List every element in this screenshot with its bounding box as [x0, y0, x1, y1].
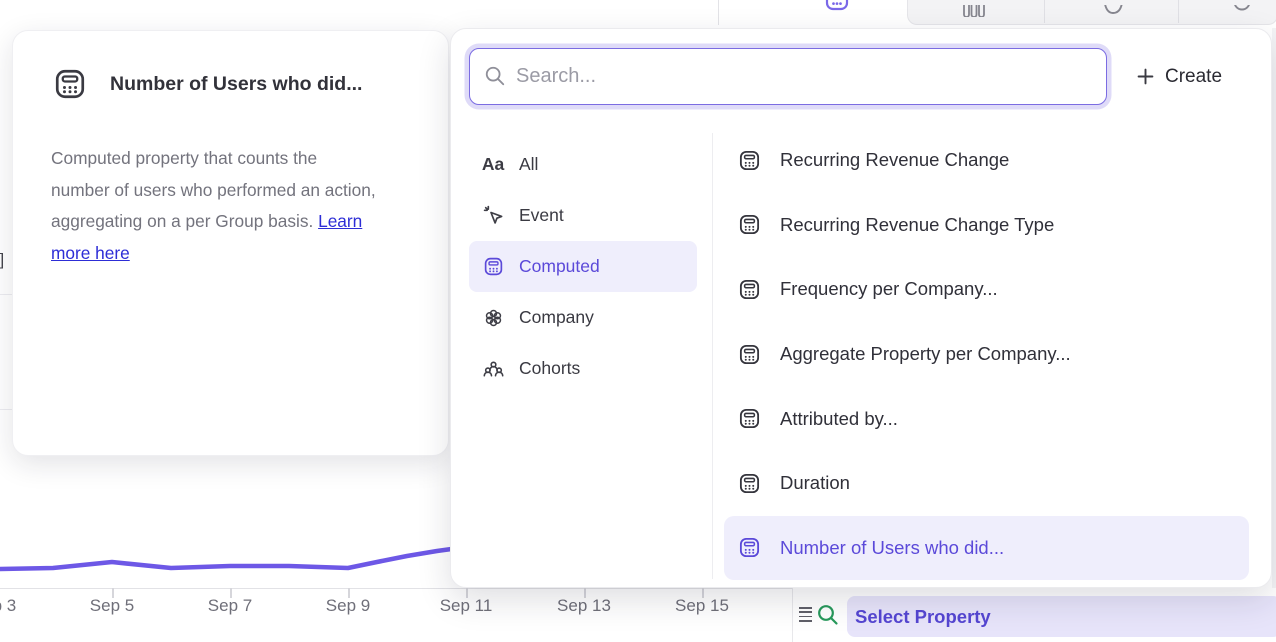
create-button-label: Create — [1165, 66, 1222, 88]
x-axis-label: Sep 7 — [208, 596, 252, 616]
x-axis-label: Sep 15 — [675, 596, 729, 616]
category-label: Cohorts — [519, 358, 580, 379]
property-item[interactable]: Recurring Revenue Change Type — [724, 193, 1249, 258]
tab-insights[interactable] — [719, 0, 907, 25]
bg-row-divider — [0, 294, 12, 295]
search-field — [469, 48, 1107, 105]
category-company[interactable]: Company — [469, 292, 697, 343]
calculator-icon — [737, 213, 761, 236]
cohorts-icon — [482, 358, 504, 379]
create-button[interactable]: Create — [1137, 48, 1222, 105]
app-root: Sep 3 Sep 5 Sep 7 Sep 9 Sep 11 Sep 13 Sep 15 v… — [0, 0, 1276, 642]
category-cohorts[interactable]: Cohorts — [469, 343, 697, 394]
property-label: Recurring Revenue Change — [780, 149, 1009, 171]
property-item[interactable]: Recurring Revenue Change — [724, 128, 1249, 193]
property-item[interactable]: Attributed by... — [724, 386, 1249, 451]
category-event[interactable]: Event — [469, 190, 697, 241]
calculator-icon — [737, 472, 761, 495]
category-label: All — [519, 154, 538, 175]
calculator-icon — [737, 407, 761, 430]
company-icon — [482, 307, 504, 328]
category-label: Company — [519, 307, 594, 328]
clipped-text-fragment: v] — [0, 250, 11, 276]
property-list: Recurring Revenue Change Recurring Revenu… — [724, 128, 1249, 580]
category-label: Computed — [519, 256, 600, 277]
bg-row-divider — [0, 409, 12, 410]
x-axis-label: Sep 9 — [326, 596, 370, 616]
line-chart-icon[interactable] — [1100, 5, 1126, 17]
select-property-button[interactable]: Select Property — [855, 596, 991, 637]
property-label: Number of Users who did... — [780, 537, 1004, 559]
description-line: Computed property that counts the — [51, 143, 376, 175]
tab-divider — [1178, 0, 1179, 23]
property-picker-panel: Create AaAllEventComputedCompanyCohorts … — [450, 28, 1272, 588]
property-label: Frequency per Company... — [780, 278, 998, 300]
metric-circle-icon[interactable] — [1229, 5, 1255, 17]
property-search-icon[interactable] — [816, 603, 840, 627]
bar-chart-icon[interactable] — [961, 5, 987, 17]
calculator-icon — [737, 149, 761, 172]
visualization-tabbar — [718, 0, 1276, 25]
tab-divider — [1044, 0, 1045, 23]
description-line: number of users who performed an action, — [51, 175, 376, 207]
calculator-icon — [53, 67, 87, 106]
property-item[interactable]: Aggregate Property per Company... — [724, 322, 1249, 387]
description-line: aggregating on a per Group basis. Learn — [51, 206, 376, 238]
calculator-icon — [737, 343, 761, 366]
aa-icon: Aa — [482, 154, 504, 175]
property-item[interactable]: Number of Users who did... — [724, 516, 1249, 581]
property-label: Duration — [780, 472, 850, 494]
page-gap — [1272, 28, 1276, 588]
x-axis-label: Sep 11 — [440, 596, 493, 616]
panel-column-divider — [712, 133, 713, 579]
property-tooltip-card: Number of Users who did... Computed prop… — [12, 30, 449, 456]
property-label: Aggregate Property per Company... — [780, 343, 1071, 365]
x-axis-label: Sep 5 — [90, 596, 134, 616]
property-label: Recurring Revenue Change Type — [780, 214, 1054, 236]
learn-more-link[interactable]: Learn — [318, 211, 362, 231]
search-input[interactable] — [470, 49, 1106, 104]
query-builder-row: Select Property — [792, 588, 1276, 642]
x-axis-label: Sep 3 — [0, 596, 16, 616]
calculator-icon — [482, 256, 504, 277]
tooltip-title: Number of Users who did... — [110, 73, 362, 96]
x-axis-line — [0, 588, 794, 589]
property-item[interactable]: Duration — [724, 451, 1249, 516]
drag-handle-icon[interactable] — [799, 607, 812, 625]
property-label: Attributed by... — [780, 408, 898, 430]
x-axis-label: Sep 13 — [557, 596, 611, 616]
category-all[interactable]: Aa All — [469, 139, 697, 190]
calculator-icon — [737, 536, 761, 559]
category-label: Event — [519, 205, 564, 226]
tab-group — [907, 0, 1276, 25]
calculator-icon — [737, 278, 761, 301]
plus-icon — [1137, 68, 1154, 85]
category-computed[interactable]: Computed — [469, 241, 697, 292]
event-cursor-icon — [482, 205, 504, 226]
learn-more-link[interactable]: more here — [51, 243, 130, 263]
category-list: Aa All Event Computed Company Cohorts — [469, 139, 697, 394]
property-item[interactable]: Frequency per Company... — [724, 257, 1249, 322]
report-icon — [824, 0, 850, 12]
description-line: more here — [51, 238, 376, 270]
tooltip-description: Computed property that counts the number… — [51, 143, 376, 269]
